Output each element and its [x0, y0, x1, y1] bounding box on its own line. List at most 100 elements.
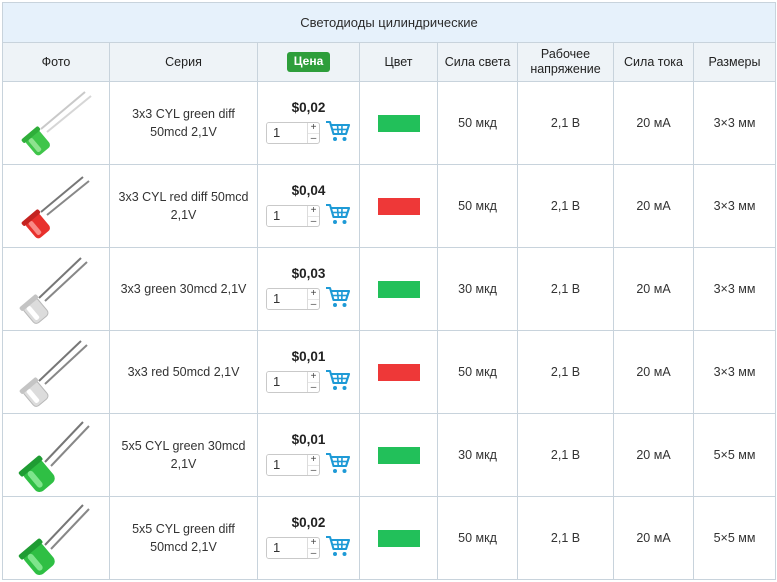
series-name[interactable]: 5x5 CYL green diff 50mcd 2,1V: [110, 520, 257, 556]
series-name[interactable]: 5x5 CYL green 30mcd 2,1V: [110, 437, 257, 473]
quantity-decrease-button[interactable]: –: [308, 547, 319, 558]
series-cell: 3x3 CYL green diff 50mcd 2,1V: [109, 81, 258, 165]
led-photo[interactable]: [3, 250, 109, 328]
buy-controls: + –: [258, 368, 359, 395]
add-to-cart-button[interactable]: [325, 285, 351, 312]
price-cell: $0,01 + –: [257, 330, 360, 414]
luminous-cell: 50 мкд: [437, 330, 518, 414]
led-photo[interactable]: [3, 499, 109, 577]
cart-icon: [326, 369, 351, 390]
quantity-decrease-button[interactable]: –: [308, 381, 319, 392]
series-name[interactable]: 3x3 red 50mcd 2,1V: [110, 363, 257, 381]
price-badge[interactable]: Цена: [286, 52, 331, 72]
quantity-decrease-button[interactable]: –: [308, 215, 319, 226]
quantity-stepper[interactable]: + –: [266, 453, 320, 476]
luminous-cell: 50 мкд: [437, 164, 518, 248]
col-price[interactable]: Цена: [257, 42, 360, 82]
current-cell: 20 мА: [613, 413, 694, 497]
voltage-cell: 2,1 В: [517, 247, 614, 331]
led-photo[interactable]: [3, 84, 109, 162]
quantity-input[interactable]: [267, 371, 307, 392]
price-cell: $0,04 + –: [257, 164, 360, 248]
col-luminous[interactable]: Сила света: [437, 42, 518, 82]
series-name[interactable]: 3x3 CYL green diff 50mcd 2,1V: [110, 105, 257, 141]
col-color[interactable]: Цвет: [359, 42, 438, 82]
quantity-stepper[interactable]: + –: [266, 536, 320, 559]
luminous-cell: 30 мкд: [437, 247, 518, 331]
col-series[interactable]: Серия: [109, 42, 258, 82]
voltage-cell: 2,1 В: [517, 496, 614, 580]
add-to-cart-button[interactable]: [325, 119, 351, 146]
led-clear-icon: [19, 257, 88, 324]
current-cell: 20 мА: [613, 247, 694, 331]
quantity-increase-button[interactable]: +: [308, 206, 319, 216]
quantity-input[interactable]: [267, 454, 307, 475]
add-to-cart-button[interactable]: [325, 202, 351, 229]
quantity-input[interactable]: [267, 205, 307, 226]
photo-cell[interactable]: [2, 413, 110, 497]
series-cell: 5x5 CYL green diff 50mcd 2,1V: [109, 496, 258, 580]
col-size[interactable]: Размеры: [692, 42, 777, 82]
photo-cell[interactable]: [2, 496, 110, 580]
quantity-input[interactable]: [267, 288, 307, 309]
quantity-stepper[interactable]: + –: [266, 370, 320, 393]
series-name[interactable]: 3x3 CYL red diff 50mcd 2,1V: [110, 188, 257, 224]
quantity-increase-button[interactable]: +: [308, 123, 319, 133]
quantity-increase-button[interactable]: +: [308, 372, 319, 382]
photo-cell[interactable]: [2, 330, 110, 414]
photo-cell[interactable]: [2, 164, 110, 248]
quantity-increase-button[interactable]: +: [308, 538, 319, 548]
col-current[interactable]: Сила тока: [613, 42, 694, 82]
quantity-increase-button[interactable]: +: [308, 289, 319, 299]
add-to-cart-button[interactable]: [325, 534, 351, 561]
color-cell: [359, 496, 438, 580]
size-cell: 5×5 мм: [692, 496, 777, 580]
buy-controls: + –: [258, 451, 359, 478]
led-photo[interactable]: [3, 167, 109, 245]
color-cell: [359, 413, 438, 497]
add-to-cart-button[interactable]: [325, 368, 351, 395]
add-to-cart-button[interactable]: [325, 451, 351, 478]
led-photo[interactable]: [3, 333, 109, 411]
col-photo[interactable]: Фото: [2, 42, 110, 82]
quantity-stepper[interactable]: + –: [266, 204, 320, 227]
series-name[interactable]: 3x3 green 30mcd 2,1V: [110, 280, 257, 298]
buy-controls: + –: [258, 285, 359, 312]
price-cell: $0,01 + –: [257, 413, 360, 497]
current-cell: 20 мА: [613, 496, 694, 580]
size-cell: 3×3 мм: [692, 247, 777, 331]
luminous-cell: 50 мкд: [437, 496, 518, 580]
photo-cell[interactable]: [2, 81, 110, 165]
size-cell: 3×3 мм: [692, 81, 777, 165]
led-photo[interactable]: [3, 416, 109, 494]
price-value: $0,02: [291, 100, 326, 115]
quantity-increase-button[interactable]: +: [308, 455, 319, 465]
quantity-decrease-button[interactable]: –: [308, 298, 319, 309]
quantity-decrease-button[interactable]: –: [308, 132, 319, 143]
cart-icon: [326, 452, 351, 473]
col-voltage[interactable]: Рабочее напряжение: [517, 42, 614, 82]
luminous-cell: 50 мкд: [437, 81, 518, 165]
current-cell: 20 мА: [613, 330, 694, 414]
quantity-stepper[interactable]: + –: [266, 287, 320, 310]
buy-controls: + –: [258, 202, 359, 229]
product-table: Светодиоды цилиндрические Фото Серия Цен…: [1, 2, 777, 580]
quantity-stepper[interactable]: + –: [266, 121, 320, 144]
quantity-input[interactable]: [267, 122, 307, 143]
color-swatch: [377, 363, 420, 381]
quantity-input[interactable]: [267, 537, 307, 558]
led-green-diffused-icon: [21, 91, 92, 156]
series-cell: 3x3 CYL red diff 50mcd 2,1V: [109, 164, 258, 248]
cart-icon: [326, 203, 351, 224]
table-row: 5x5 CYL green 30mcd 2,1V $0,01 + –: [2, 413, 777, 497]
led-clear-icon: [19, 340, 88, 407]
photo-cell[interactable]: [2, 247, 110, 331]
current-cell: 20 мА: [613, 81, 694, 165]
voltage-cell: 2,1 В: [517, 81, 614, 165]
led-green-large-icon: [18, 421, 90, 492]
voltage-cell: 2,1 В: [517, 413, 614, 497]
table-title: Светодиоды цилиндрические: [1, 2, 777, 43]
quantity-decrease-button[interactable]: –: [308, 464, 319, 475]
price-value: $0,04: [291, 183, 326, 198]
table-row: 3x3 CYL green diff 50mcd 2,1V $0,02 + –: [2, 81, 777, 165]
